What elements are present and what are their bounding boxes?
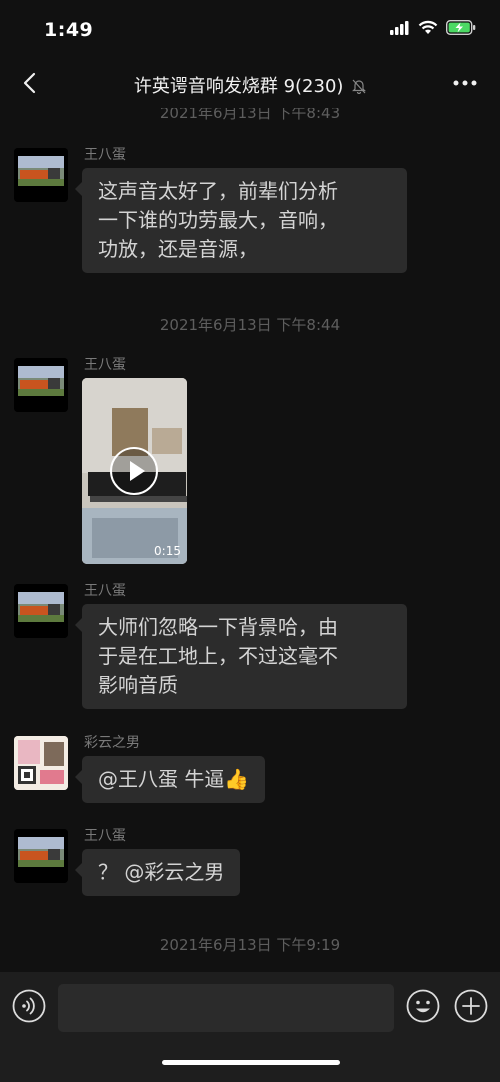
avatar-image (14, 148, 68, 202)
avatar-image (14, 584, 68, 638)
plus-button[interactable] (454, 989, 488, 1023)
message-bubble[interactable]: 大师们忽略一下背景哈，由 于是在工地上，不过这毫不 影响音质 (75, 604, 407, 709)
message-line: 影响音质 (98, 673, 178, 697)
chat-title-text: 许英谔音响发烧群 9(230) (133, 76, 344, 97)
chat-title: 许英谔音响发烧群 9(230) (60, 72, 440, 98)
video-duration: 0:15 (154, 544, 181, 558)
ellipsis-icon (453, 80, 477, 86)
emoji-button[interactable] (406, 989, 440, 1023)
chat-screen: 1:49 2021年6月13日 下午8:43 王八蛋 这声音太好了，前辈们分析 … (0, 0, 500, 1082)
status-bar: 1:49 (0, 0, 500, 58)
message-bubble[interactable]: 这声音太好了，前辈们分析 一下谁的功劳最大，音响， 功放，还是音源， (75, 168, 407, 273)
message-bubble[interactable]: @王八蛋 牛逼👍 (74, 756, 266, 803)
sender-name: 王八蛋 (84, 147, 126, 163)
home-indicator[interactable] (162, 1060, 340, 1065)
back-button[interactable] (14, 68, 44, 98)
emoji-icon (406, 989, 440, 1023)
sender-name: 彩云之男 (84, 735, 140, 751)
message-line: ？ @彩云之男 (98, 860, 225, 884)
nav-bar: 许英谔音响发烧群 9(230) (0, 58, 500, 108)
avatar[interactable] (14, 584, 68, 638)
avatar[interactable] (14, 148, 68, 202)
input-bar (0, 972, 500, 1082)
wifi-icon (418, 20, 438, 34)
avatar-image (14, 358, 68, 412)
more-button[interactable] (450, 70, 480, 96)
avatar-image (14, 736, 68, 790)
message-input[interactable] (58, 984, 394, 1032)
message-item: 王八蛋 大师们忽略一下背景哈，由 于是在工地上，不过这毫不 影响音质 (0, 580, 500, 720)
message-line: 于是在工地上，不过这毫不 (98, 644, 338, 668)
chat-area[interactable]: 2021年6月13日 下午8:43 王八蛋 这声音太好了，前辈们分析 一下谁的功… (0, 98, 500, 972)
message-item: 王八蛋 这声音太好了，前辈们分析 一下谁的功劳最大，音响， 功放，还是音源， (0, 144, 500, 284)
message-bubble[interactable]: ？ @彩云之男 (74, 849, 241, 896)
avatar[interactable] (14, 829, 68, 883)
avatar[interactable] (14, 736, 68, 790)
message-item: 王八蛋 0:15 (0, 354, 500, 566)
timestamp: 2021年6月13日 下午9:19 (159, 936, 341, 954)
message-line: 大师们忽略一下背景哈，由 (98, 615, 338, 639)
play-icon[interactable] (110, 447, 158, 495)
voice-button[interactable] (12, 989, 46, 1023)
message-line: @王八蛋 牛逼👍 (98, 767, 250, 791)
avatar[interactable] (14, 358, 68, 412)
timestamp: 2021年6月13日 下午8:44 (159, 316, 341, 334)
video-message[interactable]: 0:15 (82, 378, 187, 564)
message-line: 功放，还是音源， (98, 237, 258, 261)
message-line: 一下谁的功劳最大，音响， (98, 208, 338, 232)
message-line: 这声音太好了，前辈们分析 (98, 179, 338, 203)
battery-charging-icon (446, 20, 476, 35)
chevron-left-icon (23, 72, 36, 94)
status-icons (390, 20, 476, 35)
voice-icon (12, 989, 46, 1023)
sender-name: 王八蛋 (84, 828, 126, 844)
sender-name: 王八蛋 (84, 357, 126, 373)
message-item: 彩云之男 @王八蛋 牛逼👍 (0, 732, 500, 812)
avatar-image (14, 829, 68, 883)
sender-name: 王八蛋 (84, 583, 126, 599)
message-item: 王八蛋 ？ @彩云之男 (0, 825, 500, 905)
bell-slash-icon (352, 79, 367, 94)
status-time: 1:49 (44, 19, 94, 41)
cellular-signal-icon (390, 20, 409, 35)
plus-icon (454, 989, 488, 1023)
